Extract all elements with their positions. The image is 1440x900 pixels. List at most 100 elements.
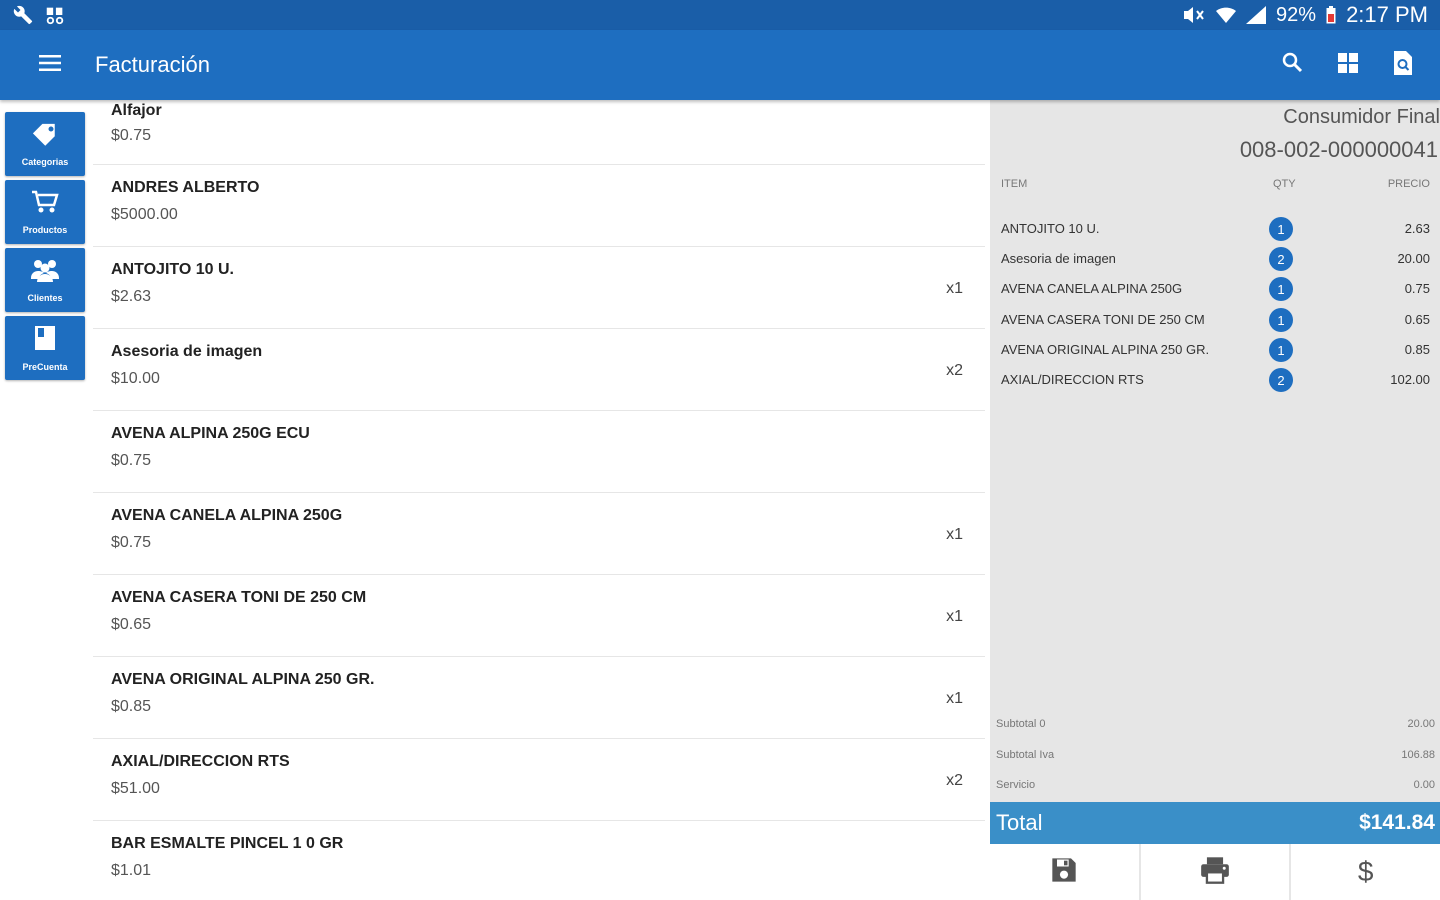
nav-label: PreCuenta (22, 361, 68, 372)
product-row[interactable]: BAR ESMALTE PINCEL 1 0 GR $1.01 (93, 821, 985, 900)
tag-icon (31, 122, 59, 151)
product-row[interactable]: AVENA ORIGINAL ALPINA 250 GR. $0.85 x1 (93, 657, 985, 739)
summary-servicio: Servicio 0.00 (990, 775, 1440, 797)
product-name: BAR ESMALTE PINCEL 1 0 GR (111, 835, 344, 852)
search-button[interactable] (1270, 43, 1315, 88)
invoice-qty-badge[interactable]: 2 (1269, 368, 1293, 392)
print-button[interactable] (1141, 844, 1292, 900)
product-row[interactable]: Asesoria de imagen $10.00 x2 (93, 329, 985, 411)
product-list[interactable]: Alfajor $0.75 ANDRES ALBERTO $5000.00 AN… (93, 100, 985, 900)
invoice-item-price: 0.65 (1404, 312, 1430, 327)
product-name: ANDRES ALBERTO (111, 179, 260, 196)
product-row[interactable]: ANDRES ALBERTO $5000.00 (93, 165, 985, 247)
invoice-qty-badge[interactable]: 1 (1269, 217, 1293, 241)
product-price: $0.65 (111, 616, 152, 633)
nav-label: Productos (22, 224, 68, 235)
people-icon (30, 258, 60, 287)
product-name: AVENA CASERA TONI DE 250 CM (111, 589, 367, 606)
cart-icon (31, 190, 59, 219)
product-row[interactable]: AVENA ALPINA 250G ECU $0.75 (93, 411, 985, 493)
status-left (12, 4, 66, 26)
search-icon (1281, 51, 1305, 80)
invoice-item-name: Asesoria de imagen (1001, 251, 1116, 266)
invoice-customer[interactable]: Consumidor Final (1283, 106, 1440, 129)
total-bar: Total $141.84 (990, 802, 1440, 844)
status-bar: 92% 2:17 PM (0, 0, 1440, 30)
invoice-item-row[interactable]: ANTOJITO 10 U. 1 2.63 (990, 214, 1440, 244)
product-qty: x1 (946, 280, 963, 297)
product-price: $0.75 (111, 127, 152, 144)
mute-icon (1182, 6, 1206, 24)
product-name: AVENA ORIGINAL ALPINA 250 GR. (111, 671, 375, 688)
product-price: $51.00 (111, 780, 160, 797)
document-search-icon (1391, 50, 1415, 81)
product-row[interactable]: Alfajor $0.75 (93, 100, 985, 165)
product-row[interactable]: AVENA CASERA TONI DE 250 CM $0.65 x1 (93, 575, 985, 657)
product-price: $2.63 (111, 288, 152, 305)
invoice-item-name: AVENA CANELA ALPINA 250G (1001, 281, 1183, 296)
payment-button[interactable]: $ (1291, 844, 1440, 900)
product-qty: x1 (946, 690, 963, 707)
invoice-qty-badge[interactable]: 1 (1269, 277, 1293, 301)
invoice-item-row[interactable]: Asesoria de imagen 2 20.00 (990, 244, 1440, 274)
invoice-item-row[interactable]: AVENA ORIGINAL ALPINA 250 GR. 1 0.85 (990, 335, 1440, 365)
nav-categorias[interactable]: Categorias (5, 112, 85, 176)
clock: 2:17 PM (1346, 2, 1428, 27)
invoice-item-price: 0.75 (1404, 281, 1430, 296)
invoice-qty-badge[interactable]: 1 (1269, 338, 1293, 362)
wifi-icon (1216, 6, 1237, 24)
summary-label: Subtotal Iva (996, 749, 1055, 761)
status-right: 92% 2:17 PM (1182, 2, 1428, 28)
invoice-header-qty: QTY (1273, 178, 1296, 190)
product-row[interactable]: AVENA CANELA ALPINA 250G $0.75 x1 (93, 493, 985, 575)
menu-button[interactable] (25, 40, 75, 90)
save-icon (1050, 856, 1078, 889)
invoice-item-price: 102.00 (1390, 372, 1430, 387)
save-button[interactable] (990, 844, 1141, 900)
invoice-item-row[interactable]: AXIAL/DIRECCION RTS 2 102.00 (990, 365, 1440, 395)
product-qty: x1 (946, 608, 963, 625)
invoice-header-price: PRECIO (1387, 178, 1430, 190)
invoice-qty-badge[interactable]: 2 (1269, 247, 1293, 271)
battery-percent: 92% (1276, 3, 1317, 26)
product-price: $1.01 (111, 862, 152, 879)
app-bar: Facturación (0, 30, 1440, 100)
nav-precuenta[interactable]: PreCuenta (5, 316, 85, 380)
invoice-item-row[interactable]: AVENA CANELA ALPINA 250G 1 0.75 (990, 274, 1440, 304)
product-price: $5000.00 (111, 206, 178, 223)
wrench-icon (12, 5, 34, 25)
book-icon (33, 325, 57, 356)
product-row[interactable]: AXIAL/DIRECCION RTS $51.00 x2 (93, 739, 985, 821)
nav-clientes[interactable]: Clientes (5, 248, 85, 312)
product-name: AXIAL/DIRECCION RTS (111, 753, 290, 770)
app-actions (1270, 43, 1425, 88)
summary-value: 106.88 (1401, 749, 1435, 761)
print-icon (1200, 856, 1230, 889)
summary-value: 0.00 (1413, 779, 1435, 791)
product-qty: x1 (946, 526, 963, 543)
summary-label: Subtotal 0 (996, 718, 1046, 730)
product-name: AVENA ALPINA 250G ECU (111, 425, 310, 442)
cart-notification-icon (44, 4, 66, 26)
dollar-icon: $ (1357, 856, 1374, 887)
battery-low-icon (1326, 6, 1336, 24)
invoice-item-name: AVENA ORIGINAL ALPINA 250 GR. (1001, 342, 1210, 357)
invoice-item-name: ANTOJITO 10 U. (1001, 221, 1100, 236)
nav-label: Clientes (27, 292, 63, 303)
invoice-item-row[interactable]: AVENA CASERA TONI DE 250 CM 1 0.65 (990, 305, 1440, 335)
product-name: AVENA CANELA ALPINA 250G (111, 507, 343, 524)
product-qty: x2 (946, 362, 963, 379)
document-search-button[interactable] (1380, 43, 1425, 88)
app-title: Facturación (95, 52, 210, 77)
invoice-qty-badge[interactable]: 1 (1269, 308, 1293, 332)
grid-icon (1336, 51, 1360, 80)
product-price: $0.75 (111, 534, 152, 551)
nav-productos[interactable]: Productos (5, 180, 85, 244)
side-nav: Categorias Productos Clientes PreCuenta (5, 112, 87, 380)
total-label: Total (996, 810, 1043, 835)
product-price: $0.75 (111, 452, 152, 469)
grid-view-button[interactable] (1325, 43, 1370, 88)
hamburger-icon (39, 54, 61, 77)
product-row[interactable]: ANTOJITO 10 U. $2.63 x1 (93, 247, 985, 329)
product-qty: x2 (946, 772, 963, 789)
